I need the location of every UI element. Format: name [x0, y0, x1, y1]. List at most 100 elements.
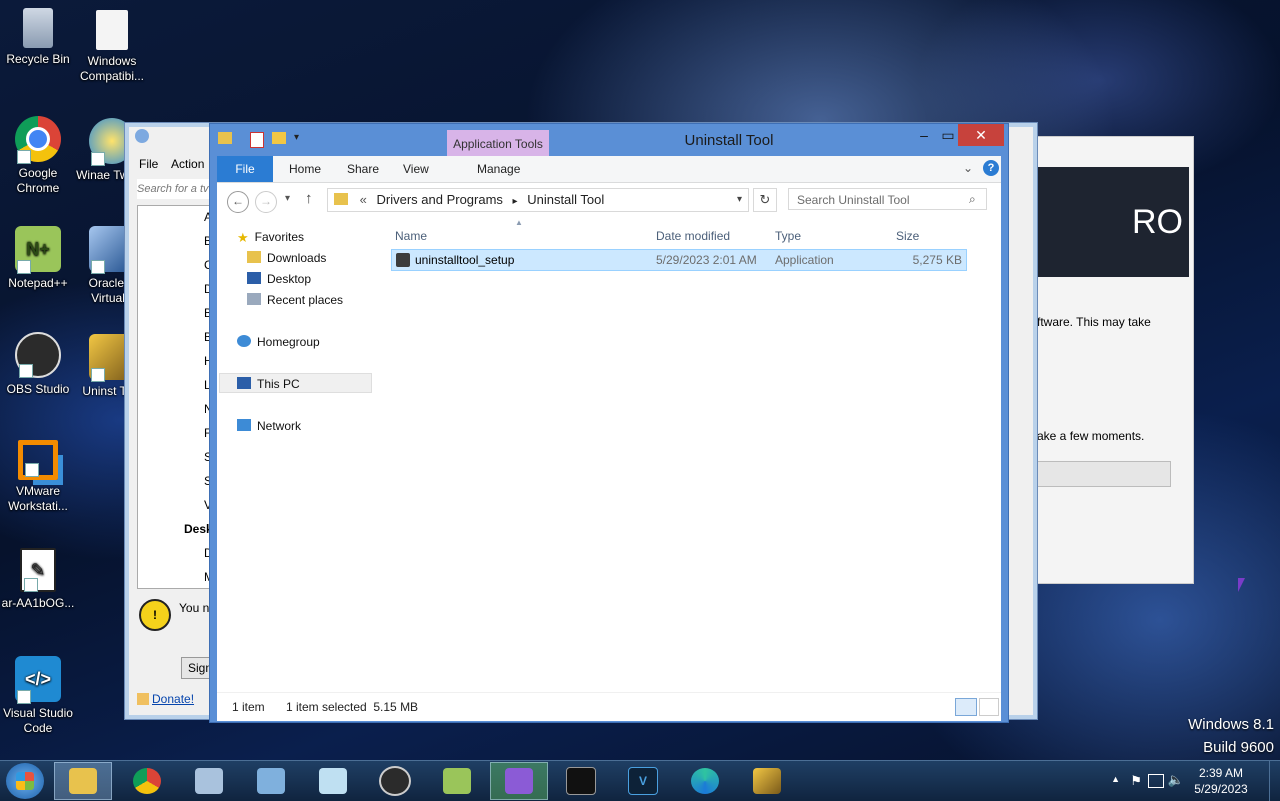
column-header-date-modified[interactable]: Date modified: [656, 229, 730, 243]
breadcrumb-drivers-and-programs[interactable]: Drivers and Programs: [376, 192, 502, 207]
clock[interactable]: 2:39 AM 5/29/2023: [1186, 765, 1256, 797]
desktop-icon-obs[interactable]: OBS Studio: [0, 332, 76, 397]
nav-desktop[interactable]: Desktop: [247, 269, 311, 289]
donate-link[interactable]: Donate!: [152, 692, 194, 706]
tab-home[interactable]: Home: [277, 156, 333, 182]
taskbar-vegas[interactable]: V: [614, 762, 672, 800]
nav-favorites[interactable]: ★ Favorites: [237, 227, 304, 247]
windows-logo-icon: [16, 772, 34, 790]
folder-icon: [334, 193, 348, 205]
back-button[interactable]: ←: [227, 191, 249, 213]
setup-text-1: ftware. This may take: [1037, 315, 1151, 329]
file-date-modified: 5/29/2023 2:01 AM: [656, 253, 757, 267]
taskbar-task-manager[interactable]: [180, 762, 238, 800]
network-icon: [237, 419, 251, 431]
up-button[interactable]: ↑: [305, 190, 313, 207]
notepadpp-icon: [443, 768, 471, 794]
close-button[interactable]: ✕: [958, 124, 1004, 146]
column-header-name[interactable]: Name: [395, 229, 427, 243]
nav-downloads[interactable]: Downloads: [247, 248, 326, 268]
setup-window[interactable]: RO ftware. This may take ake a few momen…: [1036, 136, 1194, 584]
ribbon-tabs: File Home Share View Manage ⌄ ?: [217, 156, 1001, 183]
menu-action[interactable]: Action: [171, 157, 204, 171]
monitor-icon: [195, 768, 223, 794]
address-bar-row: ← → ▾ ↑ « Drivers and Programs ▸ Uninsta…: [217, 183, 1001, 217]
tab-file[interactable]: File: [217, 156, 273, 182]
title-bar[interactable]: ▾ Application Tools Uninstall Tool – ▭ ✕: [210, 124, 1008, 156]
desktop-icon-vmware[interactable]: VMware Workstati...: [0, 440, 76, 514]
recent-locations-dropdown[interactable]: ▾: [285, 193, 290, 204]
edge-icon: [691, 768, 719, 794]
file-name: uninstalltool_setup: [415, 253, 515, 267]
taskbar: V ▲ ⚑ 🔈 2:39 AM 5/29/2023: [0, 760, 1280, 801]
desktop-icon-notepadpp[interactable]: N+ Notepad++: [0, 226, 76, 291]
tab-manage[interactable]: Manage: [465, 156, 532, 182]
menu-file[interactable]: File: [139, 157, 158, 171]
nav-homegroup[interactable]: Homegroup: [237, 332, 320, 352]
action-center-flag-icon[interactable]: ⚑: [1130, 773, 1142, 789]
notepadpp-icon: N+: [15, 226, 61, 274]
tree-item-desk[interactable]: Desk: [184, 522, 210, 536]
file-explorer-icon: [69, 768, 97, 794]
setup-progress-bar: [1037, 461, 1171, 487]
nav-network[interactable]: Network: [237, 416, 301, 436]
show-hidden-icons-icon[interactable]: ▲: [1111, 774, 1120, 784]
warning-icon: !: [139, 599, 171, 631]
volume-icon[interactable]: 🔈: [1168, 772, 1184, 788]
address-bar[interactable]: « Drivers and Programs ▸ Uninstall Tool …: [327, 188, 749, 212]
help-icon[interactable]: ?: [983, 160, 999, 176]
taskbar-file-explorer[interactable]: [54, 762, 112, 800]
tab-share[interactable]: Share: [335, 156, 391, 182]
address-dropdown-icon[interactable]: ▾: [737, 189, 742, 211]
table-row[interactable]: uninstalltool_setup 5/29/2023 2:01 AM Ap…: [391, 249, 967, 271]
nav-label: Homegroup: [257, 335, 320, 349]
network-tray-icon[interactable]: [1148, 774, 1164, 788]
taskbar-control-panel[interactable]: [242, 762, 300, 800]
column-header-type[interactable]: Type: [775, 229, 801, 243]
taskbar-command-prompt[interactable]: [552, 762, 610, 800]
search-input[interactable]: Search Uninstall Tool: [788, 188, 987, 210]
nav-label: Desktop: [267, 272, 312, 286]
file-type: Application: [775, 253, 834, 267]
downloads-folder-icon: [247, 251, 261, 263]
forward-button[interactable]: →: [255, 191, 277, 213]
explorer-window[interactable]: ▾ Application Tools Uninstall Tool – ▭ ✕…: [209, 123, 1009, 723]
desktop-icon-label: Notepad++: [8, 276, 68, 290]
taskbar-obs[interactable]: [366, 762, 424, 800]
taskbar-chrome[interactable]: [118, 762, 176, 800]
nav-recent-places[interactable]: Recent places: [247, 290, 343, 310]
show-desktop-button[interactable]: [1269, 761, 1280, 801]
breadcrumb-uninstall-tool[interactable]: Uninstall Tool: [527, 192, 604, 207]
refresh-button[interactable]: ↻: [753, 188, 777, 212]
explorer-body: ★ Favorites Downloads Desktop Recent plac…: [217, 217, 1001, 692]
taskbar-visual-studio-installer[interactable]: [490, 762, 548, 800]
column-header-size[interactable]: Size: [896, 229, 919, 243]
ribbon-expand-icon[interactable]: ⌄: [963, 161, 973, 175]
sort-indicator-icon: ▲: [515, 218, 523, 227]
desktop-icon-chrome[interactable]: Google Chrome: [0, 116, 76, 196]
back-window-search[interactable]: Search for a tv: [137, 179, 209, 199]
desktop-icon-vscode[interactable]: </> Visual Studio Code: [0, 656, 76, 736]
start-button[interactable]: [6, 763, 44, 799]
nav-label: This PC: [257, 377, 300, 391]
desktop-icon-windows-compat[interactable]: Windows Compatibi...: [74, 10, 150, 84]
details-view-button[interactable]: [955, 698, 977, 716]
breadcrumb-overflow[interactable]: «: [360, 192, 367, 207]
nav-label: Favorites: [254, 230, 305, 244]
desktop-icon-recycle-bin[interactable]: Recycle Bin: [0, 8, 76, 67]
tab-view[interactable]: View: [391, 156, 441, 182]
taskbar-edge[interactable]: [676, 762, 734, 800]
nav-this-pc[interactable]: This PC: [219, 373, 372, 393]
desktop-icon-label: Visual Studio Code: [3, 706, 73, 735]
desktop-icon-label: ar-AA1bOG...: [1, 596, 75, 610]
desktop: Recycle Bin Google Chrome N+ Notepad++ O…: [0, 0, 1280, 760]
nav-label: Recent places: [267, 293, 344, 307]
watermark-build: Build 9600: [1203, 739, 1274, 756]
taskbar-notepadpp[interactable]: [428, 762, 486, 800]
product-banner: RO: [1037, 167, 1189, 277]
desktop-icon-ar-file[interactable]: ✎ ar-AA1bOG...: [0, 548, 76, 611]
taskbar-uninstall-tool[interactable]: [738, 762, 796, 800]
taskbar-notepad[interactable]: [304, 762, 362, 800]
mouse-cursor-icon: [1238, 578, 1245, 592]
large-icons-view-button[interactable]: [979, 698, 999, 716]
